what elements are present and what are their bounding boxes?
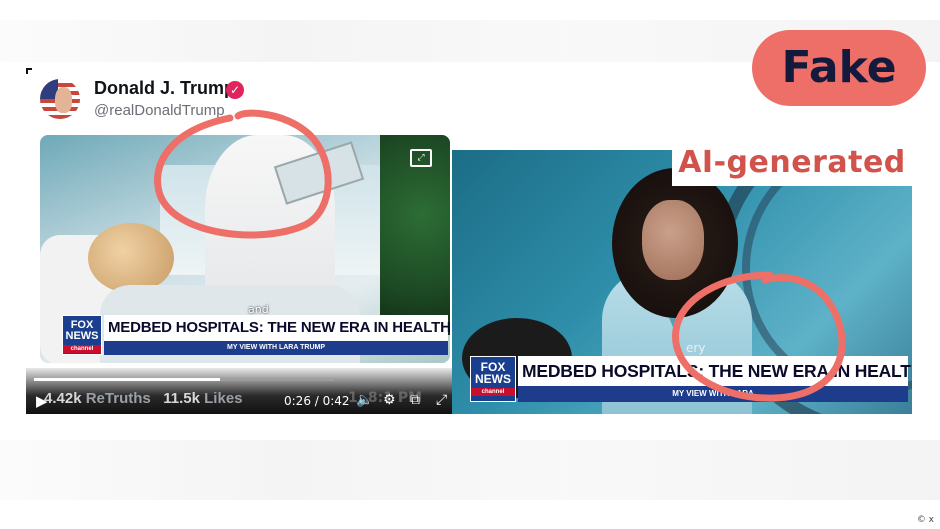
video-controls: 1, 8:1 PM ▶ 4.42k ReTruths 11.5k Likes 0…: [26, 368, 452, 414]
ai-generated-label: AI-generated: [672, 140, 912, 186]
fullscreen-icon[interactable]: ⤢: [436, 392, 447, 408]
fake-badge: Fake: [752, 30, 926, 106]
fox-news-logo: FOX NEWS channel: [470, 356, 516, 402]
video-subtitle: ery: [686, 341, 706, 355]
fox-chyron: FOX NEWS channel MEDBED HOSPITALS: THE NE…: [470, 356, 912, 404]
fox-news-logo: FOX NEWS channel: [62, 315, 102, 355]
fox-chyron: FOX NEWS channel MEDBED HOSPITALS: THE NE…: [62, 315, 450, 355]
avatar-face: [55, 87, 72, 113]
fox-logo-channel: channel: [63, 345, 101, 353]
video-time: 0:26 / 0:42: [284, 394, 350, 408]
expand-icon[interactable]: ⤢: [410, 149, 432, 167]
retruths-label[interactable]: ReTruths: [86, 390, 151, 407]
handle[interactable]: @realDonaldTrump: [94, 102, 225, 119]
volume-icon[interactable]: 🔈: [356, 392, 373, 408]
settings-icon[interactable]: ⚙: [383, 392, 396, 408]
chyron-headline: MEDBED HOSPITALS: THE NEW ERA IN HEALTHC…: [518, 356, 912, 386]
card-corner: [26, 68, 32, 74]
pip-icon[interactable]: ⧉: [410, 392, 420, 408]
engagement-stats: 4.42k ReTruths 11.5k Likes: [44, 390, 243, 407]
tweet-video[interactable]: ⤢ and FOX NEWS channel MEDBED HOSPITALS: …: [40, 135, 450, 363]
display-name[interactable]: Donald J. Trump: [94, 78, 235, 99]
chyron-subtitle: MY VIEW WITH LARA: [518, 386, 908, 402]
background-band: [0, 440, 940, 500]
fox-logo-channel: channel: [471, 388, 515, 396]
progress-bar[interactable]: [34, 378, 334, 381]
avatar[interactable]: [40, 79, 80, 119]
likes-count[interactable]: 11.5k: [163, 390, 200, 407]
ai-video-frame: ery FOX NEWS channel MEDBED HOSPITALS: TH…: [452, 150, 912, 414]
copyright-notice: © x: [916, 515, 934, 525]
fox-logo-text: FOX NEWS: [65, 319, 99, 342]
verified-badge-icon: ✓: [226, 81, 244, 99]
chyron-headline: MEDBED HOSPITALS: THE NEW ERA IN HEALTHC…: [104, 315, 450, 341]
chyron-subtitle: MY VIEW WITH LARA TRUMP: [104, 341, 448, 355]
video-patient: [88, 223, 174, 293]
retruths-count[interactable]: 4.42k: [44, 390, 82, 407]
doctor-face: [642, 200, 704, 280]
tweet-card: Donald J. Trump ✓ @realDonaldTrump ⤢ and…: [26, 68, 452, 414]
fox-logo-text: FOX NEWS: [475, 360, 511, 386]
progress-fill: [34, 378, 220, 381]
likes-label[interactable]: Likes: [204, 390, 242, 407]
